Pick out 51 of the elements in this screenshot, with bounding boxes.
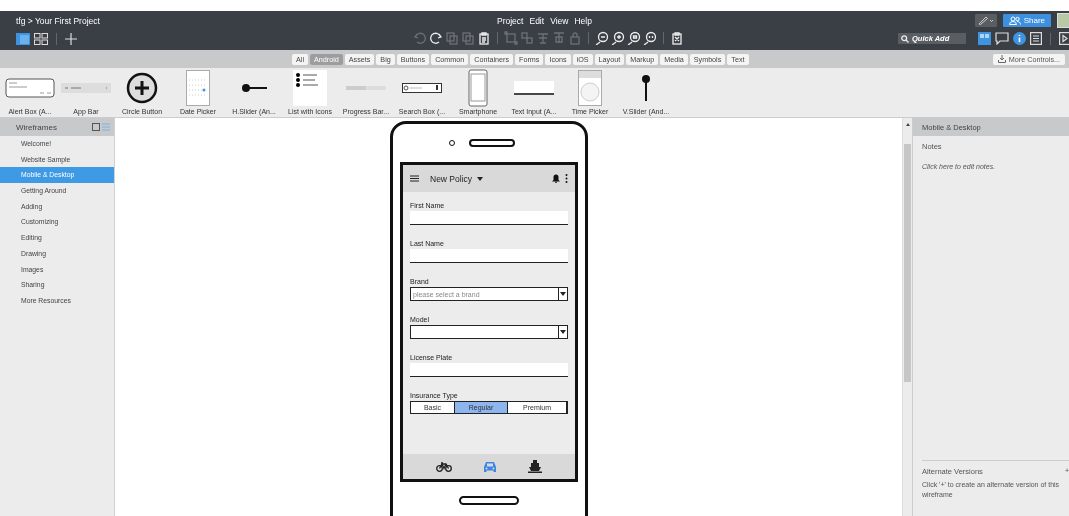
caret-icon [560, 292, 566, 296]
dropdown[interactable] [410, 325, 568, 339]
scrollbar[interactable] [902, 118, 912, 516]
document-icon[interactable] [1030, 32, 1042, 45]
more-icon[interactable] [565, 174, 568, 183]
menu-item[interactable]: View [550, 15, 569, 26]
text-input[interactable] [410, 249, 568, 263]
caret-icon[interactable] [477, 176, 484, 181]
list-view-icon[interactable] [16, 32, 30, 45]
info-icon[interactable] [1013, 32, 1026, 45]
add-icon[interactable] [65, 32, 77, 45]
toolbar-icon[interactable] [611, 31, 625, 45]
alert-box-thumbnail [5, 78, 55, 98]
ship-icon[interactable] [527, 460, 542, 473]
people-icon [1008, 16, 1021, 25]
smartphone-thumbnail [468, 69, 488, 107]
vertical-slider-thumbnail [641, 73, 651, 103]
edit-mode-button[interactable] [974, 14, 997, 27]
project-breadcrumb[interactable]: tfg > Your First Project [16, 15, 100, 26]
toolbar-icon[interactable] [595, 31, 609, 45]
car-icon[interactable] [483, 460, 497, 473]
menu-item[interactable]: Project [497, 15, 524, 26]
sidebar-title: Wireframes [16, 122, 57, 132]
progress-bar-thumbnail [346, 85, 386, 91]
app-bar-title[interactable]: New Policy [430, 173, 473, 184]
pencil-icon [977, 16, 994, 25]
play-icon[interactable] [1059, 32, 1069, 45]
menu-item[interactable]: Help [574, 15, 592, 26]
bell-icon[interactable] [552, 174, 560, 183]
menu-item[interactable]: Edit [529, 15, 545, 26]
thumbnail-view-icon[interactable] [92, 123, 100, 131]
caret-icon [560, 330, 566, 334]
bicycle-icon[interactable] [436, 461, 453, 472]
toolbar-icon[interactable] [670, 31, 684, 45]
slider-thumbnail [239, 83, 269, 93]
toolbar-icon[interactable] [643, 31, 657, 45]
circle-button-thumbnail [126, 72, 158, 104]
grid-view-icon[interactable] [34, 32, 48, 45]
text-input-thumbnail [514, 81, 554, 95]
search-box-thumbnail [402, 83, 442, 93]
list-thumbnail [293, 70, 327, 106]
search-icon [901, 34, 909, 43]
text-input[interactable] [410, 363, 568, 377]
menu-icon[interactable] [410, 175, 419, 182]
toolbar-icon[interactable] [477, 31, 491, 45]
app-bar-thumbnail [61, 83, 111, 93]
comment-icon[interactable] [995, 32, 1009, 45]
text-input[interactable] [410, 211, 568, 225]
download-icon [997, 55, 1006, 63]
toolbar-icon[interactable] [627, 31, 641, 45]
speaker-slot [469, 139, 515, 147]
